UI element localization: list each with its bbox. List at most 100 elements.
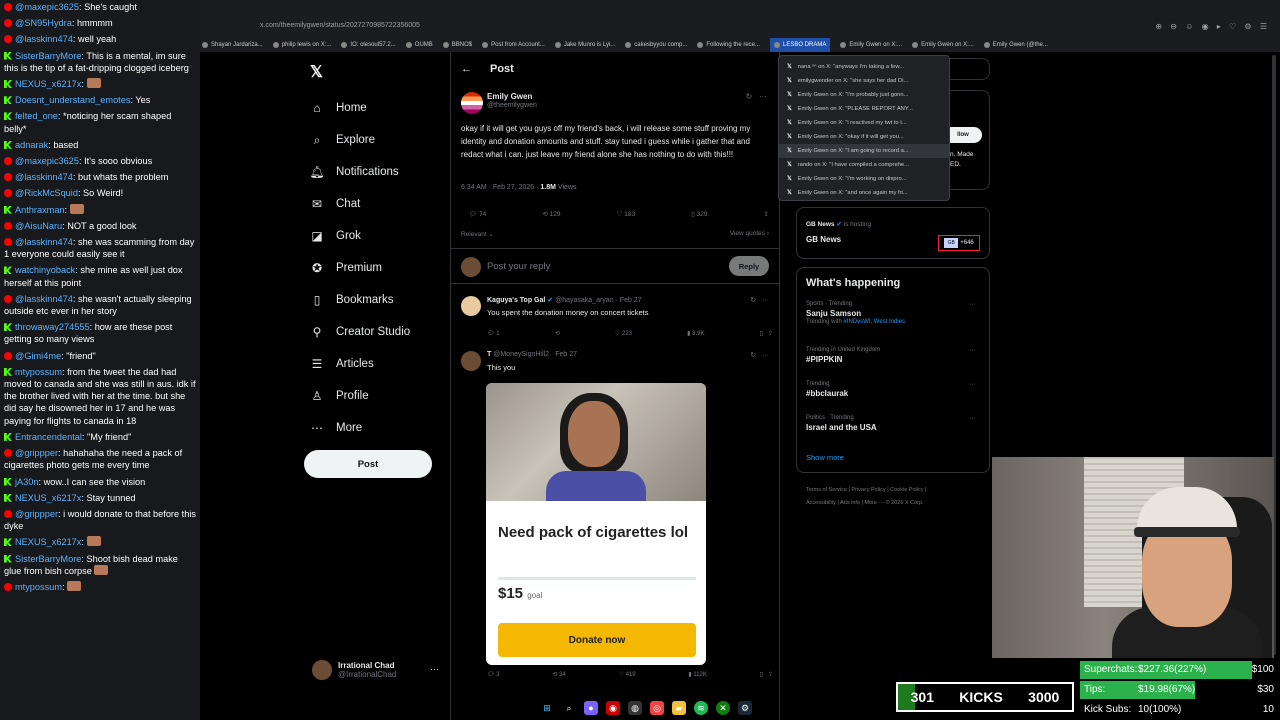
chat-username[interactable]: adnarak [15,140,48,150]
trend-item[interactable]: Sports · Trending Sanju Samson Trending wi… [806,301,976,325]
like-button[interactable]: ♡ 419 [619,671,636,678]
chat-username[interactable]: mtypossum [15,367,62,377]
chat-username[interactable]: NEXUS_x6217x [15,537,81,547]
chat-username[interactable]: Doesnt_understand_emotes [15,95,130,105]
bookmark-item[interactable]: Post from Account... [482,38,545,52]
chat-username[interactable]: @maxepic3625 [15,2,79,12]
dropdown-item[interactable]: 𝕏 Emily Gwen on X: "and once again my fri… [779,186,949,200]
reply-button[interactable]: Reply [729,256,769,276]
donation-card-image[interactable]: Need pack of cigarettes lol $15 goal Don… [486,383,706,665]
chat-username[interactable]: watchinyoback [15,265,75,275]
more-dots-icon[interactable]: ↻ ··· [750,296,769,304]
reply-button[interactable]: 💬︎ 1 [487,330,500,337]
x-logo-icon[interactable]: 𝕏 [310,62,323,82]
footer-line[interactable]: Terms of Service | Privacy Policy | Cook… [806,484,976,497]
bookmark-item[interactable]: IO: olesoul57.2... [341,38,396,52]
chat-username[interactable]: @lasskinn474 [15,34,73,44]
dropdown-item[interactable]: 𝕏nana ᵒⁿ on X: "anyways I'm taking a few… [779,60,949,74]
chat-username[interactable]: @RickMcSquid [15,188,78,198]
nav-item-profile[interactable]: ♙ Profile [310,380,410,412]
bookmark-item[interactable]: Jake Munro is Lyi... [554,38,615,52]
more-dots-icon[interactable]: ↻ ··· [750,351,769,359]
reply-input[interactable]: Post your reply [487,261,550,272]
bookmark-item[interactable]: OUMB [405,38,433,52]
bookmark-item[interactable]: Shayan Jardariza... [202,38,263,52]
bookmark-item[interactable]: Following the rece... [697,38,760,52]
avatar[interactable] [461,351,481,371]
show-more-link[interactable]: Show more [806,453,844,462]
nav-item-chat[interactable]: ✉ Chat [310,188,410,220]
bookmark-item[interactable]: Emily Gwen on X:... [912,38,974,52]
chat-username[interactable]: SisterBarryMore [15,554,81,564]
bookmark-item[interactable]: cakesbyyou comp... [625,38,687,52]
chat-username[interactable]: @lasskinn474 [15,172,73,182]
chat-username[interactable]: @lasskinn474 [15,237,73,247]
nav-item-premium[interactable]: ✪ Premium [310,252,410,284]
chat-username[interactable]: NEXUS_x6217x [15,493,81,503]
more-dots-icon[interactable]: ··· [969,301,976,308]
reply-button[interactable]: 💬︎ 3 [487,671,500,678]
bookmark-button[interactable]: ▯ 329 [691,210,707,218]
dropdown-item[interactable]: 𝕏 Emily Gwen on X: "I am going to record … [779,144,949,158]
views-button[interactable]: ▮ 3.9K [687,330,704,337]
repost-button[interactable]: ⟲ 34 [552,671,565,678]
nav-item-home[interactable]: ⌂ Home [310,92,410,124]
bookmark-icon[interactable]: ▯ ⇪ [760,330,773,337]
view-quotes-link[interactable]: View quotes › [730,230,769,237]
reply-author-handle[interactable]: @MoneySignHill2 · Feb 27 [493,351,577,358]
chat-username[interactable]: throwaway274555 [15,322,90,332]
trend-item[interactable]: Trending in United Kingdom #PIPPKIN ··· [806,347,976,364]
repost-button[interactable]: ⟲ 129 [542,210,560,218]
chat-username[interactable]: felted_one [15,111,58,121]
bookmark-item[interactable]: Emily Gwen (@the... [983,38,1048,52]
nav-item-creator-studio[interactable]: ⚲ Creator Studio [310,316,411,348]
tweet-author-name[interactable]: Emily Gwen [487,92,532,101]
steam-icon[interactable]: ⚙ [738,701,752,715]
chat-username[interactable]: jA30n [15,477,39,487]
like-button[interactable]: ♡ 223 [615,330,632,337]
more-dots-icon[interactable]: ··· [969,381,976,388]
chat-username[interactable]: @maxepic3625 [15,156,79,166]
dropdown-item[interactable]: 𝕏 Emily Gwen on X: "PLEASE REPORT ANY... [779,102,949,116]
back-arrow-icon[interactable]: ← [461,63,472,75]
record-icon[interactable]: ◉ [606,701,620,715]
footer-line[interactable]: Accessibility | Ads info | More ··· © 20… [806,497,976,510]
more-dots-icon[interactable]: ··· [430,664,439,674]
chat-username[interactable]: Entrancendental [15,432,82,442]
live-title[interactable]: GB News [806,235,841,244]
folder-icon[interactable]: ▰ [672,701,686,715]
chat-username[interactable]: @AisuNaru [15,221,62,231]
views-button[interactable]: ▮ 112K [688,671,707,678]
chat-username[interactable]: @Gimi4me [15,351,61,361]
bookmark-icon[interactable]: ▯ ⇪ [760,671,773,678]
windows-start-icon[interactable]: ⊞ [540,701,554,715]
trend-item[interactable]: Politics · Trending Israel and the USA ··· [806,415,976,432]
toolbar-icons[interactable]: ⊕ ⊖ ☺ ◉ ▸ ♡ ⚙ ☰ [1155,22,1270,31]
more-dots-icon[interactable]: ··· [969,415,976,422]
donate-now-button[interactable]: Donate now [498,623,696,657]
chat-username[interactable]: Anthraxman [15,205,65,215]
live-panel[interactable] [796,207,990,259]
chat-username[interactable]: @grippper [15,448,58,458]
chat-username[interactable]: mtypossum [15,582,62,592]
dropdown-item[interactable]: 𝕏emilygwender on X: "she says her dad Di… [779,74,949,88]
bookmark-item[interactable]: BBNO$ [442,38,472,52]
bookmark-item[interactable]: Emily Gwen on X:... [840,38,902,52]
reply-author-handle[interactable]: @hayasaka_aryan · Feb 27 [555,297,642,304]
reply-author-name[interactable]: T [487,351,491,358]
footer-links[interactable]: Terms of Service | Privacy Policy | Cook… [806,484,976,510]
dropdown-item[interactable]: 𝕏 Emily Gwen on X: "okay if it will get y… [779,130,949,144]
chrome-icon[interactable]: ◎ [650,701,664,715]
nav-item-articles[interactable]: ☰ Articles [310,348,410,380]
sort-relevant[interactable]: Relevant ⌄ [461,230,494,238]
nav-item-grok[interactable]: ◪ Grok [310,220,410,252]
chat-username[interactable]: @grippper [15,509,58,519]
chat-username[interactable]: @lasskinn474 [15,294,73,304]
tweet-time[interactable]: 6:34 AM · Feb 27, 2026 · [461,184,538,191]
xbox-icon[interactable]: ✕ [716,701,730,715]
account-switcher[interactable]: Irrational Chad @IrrationalChad ··· [312,660,439,680]
dropdown-item[interactable]: 𝕏 Emily Gwen on X: "i'm probably just gon… [779,88,949,102]
reply-tweet[interactable]: Kaguya's Top Gal ✔ @hayasaka_aryan · Feb… [459,294,773,344]
post-button[interactable]: Post [304,450,432,478]
chat-username[interactable]: NEXUS_x6217x [15,79,81,89]
